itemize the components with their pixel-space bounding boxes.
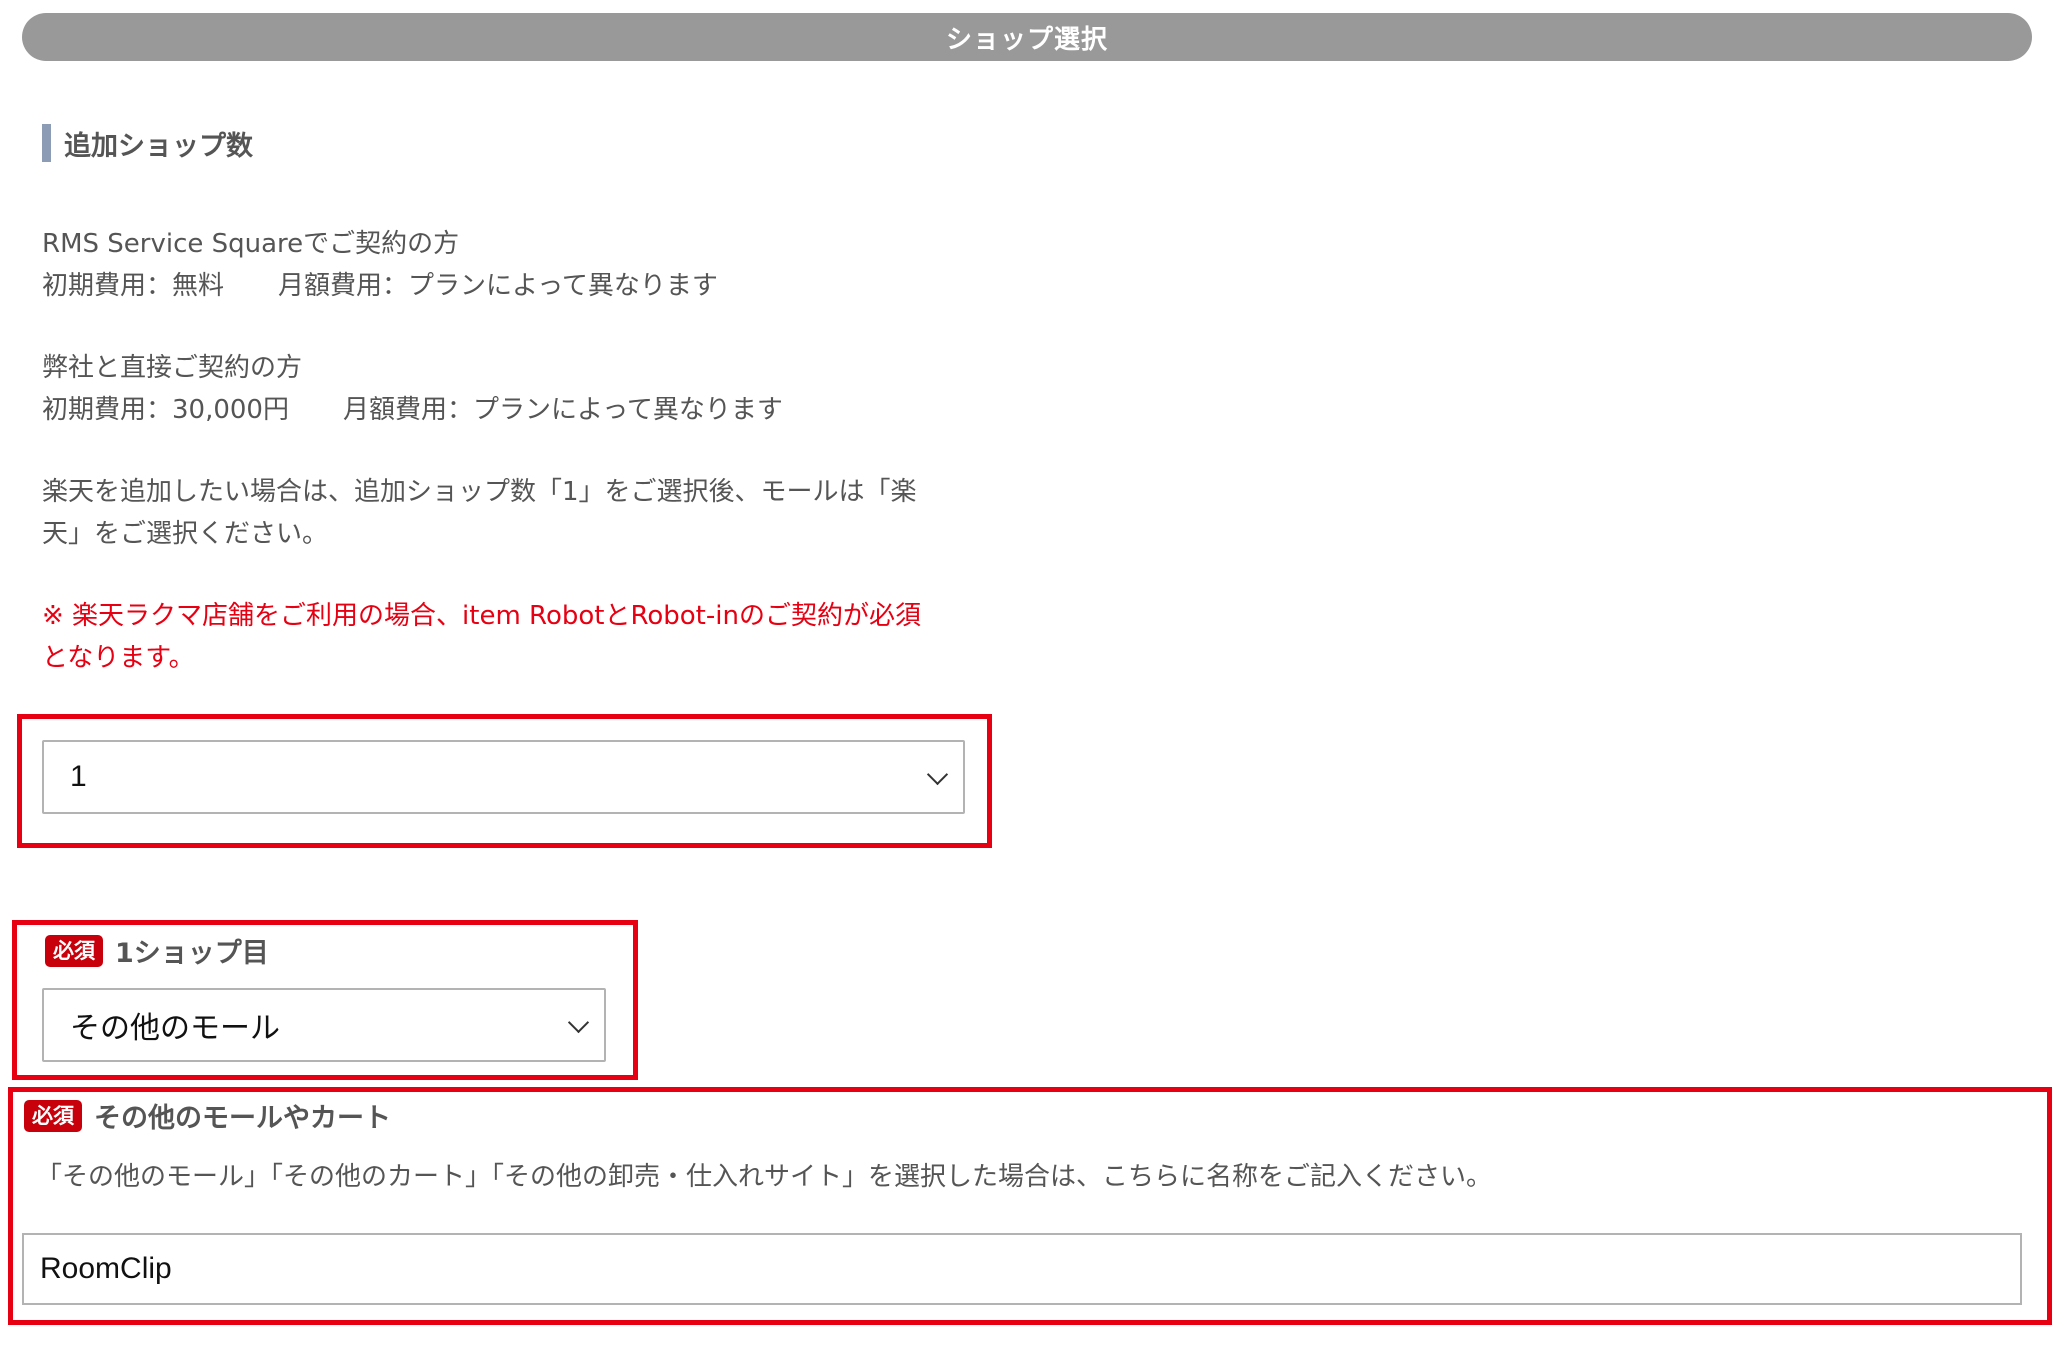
direct-contract-label: 弊社と直接ご契約の方 <box>42 353 303 383</box>
section-header: ショップ選択 <box>22 13 2032 61</box>
rakuten-instruction: 楽天を追加したい場合は、追加ショップ数「1」をご選択後、モールは「楽 天」をご選… <box>42 471 917 555</box>
heading-accent-bar <box>42 124 51 162</box>
required-badge: 必須 <box>24 1099 82 1132</box>
shop-count-value: 1 <box>70 760 87 793</box>
direct-monthly-fee: 月額費用：プランによって異なります <box>342 395 783 425</box>
direct-initial-fee: 初期費用：30,000円 <box>42 395 289 425</box>
rms-fees: 初期費用：無料 月額費用：プランによって異なります <box>42 265 718 307</box>
shop1-label: 1ショップ目 <box>115 938 269 969</box>
shop1-label-row: 必須 1ショップ目 <box>45 931 269 970</box>
other-mall-label-row: 必須 その他のモールやカート <box>24 1096 391 1135</box>
other-mall-description: 「その他のモール」「その他のカート」「その他の卸売・仕入れサイト」を選択した場合… <box>36 1162 1493 1192</box>
rakuma-note: ※ 楽天ラクマ店舗をご利用の場合、item RobotとRobot-inのご契約… <box>42 595 921 679</box>
rms-pricing-info: RMS Service Squareでご契約の方 初期費用：無料 月額費用：プラン… <box>42 223 718 307</box>
shop1-mall-select[interactable]: その他のモール <box>42 988 606 1062</box>
rms-initial-fee: 初期費用：無料 <box>42 271 225 301</box>
rms-monthly-fee: 月額費用：プランによって異なります <box>278 271 718 301</box>
rakuten-instruction-line2: 天」をご選択ください。 <box>42 519 329 549</box>
shop1-mall-value: その他のモール <box>70 1012 280 1045</box>
section-header-title: ショップ選択 <box>945 24 1108 55</box>
rms-contract-label: RMS Service Squareでご契約の方 <box>42 229 460 259</box>
other-mall-name-value: RoomClip <box>40 1252 172 1285</box>
rakuma-note-line2: となります。 <box>42 643 195 673</box>
rakuma-note-line1: ※ 楽天ラクマ店舗をご利用の場合、item RobotとRobot-inのご契約… <box>42 601 921 631</box>
other-mall-label: その他のモールやカート <box>94 1103 391 1134</box>
shop-count-select[interactable]: 1 <box>42 740 965 814</box>
other-mall-name-input[interactable]: RoomClip <box>22 1233 2022 1305</box>
direct-fees: 初期費用：30,000円 月額費用：プランによって異なります <box>42 389 783 431</box>
additional-shops-heading: 追加ショップ数 <box>42 124 253 162</box>
rakuten-instruction-line1: 楽天を追加したい場合は、追加ショップ数「1」をご選択後、モールは「楽 <box>42 477 917 507</box>
chevron-down-icon <box>567 1011 590 1034</box>
direct-pricing-info: 弊社と直接ご契約の方 初期費用：30,000円 月額費用：プランによって異なります <box>42 347 783 431</box>
required-badge: 必須 <box>45 934 103 967</box>
additional-shops-title: 追加ショップ数 <box>64 130 253 162</box>
chevron-down-icon <box>926 763 949 786</box>
